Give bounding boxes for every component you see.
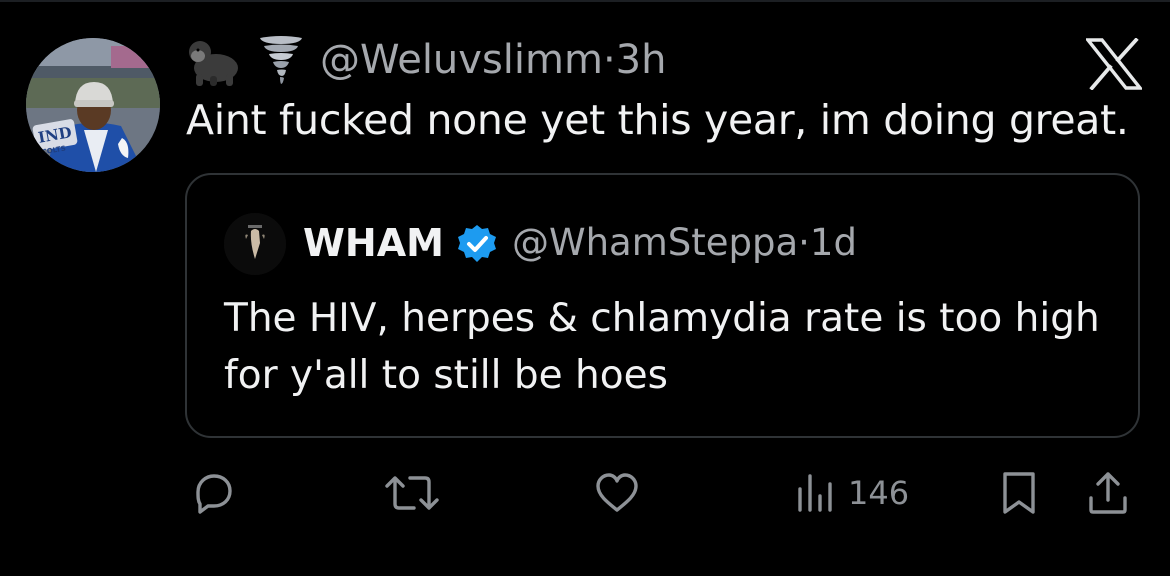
share-icon [1089, 472, 1127, 514]
views-chart-icon [798, 474, 832, 512]
bookmark-icon [1003, 472, 1035, 514]
heart-icon [596, 473, 638, 512]
retweet-button[interactable] [384, 468, 440, 518]
author-handle[interactable]: @Weluvslimm [320, 37, 603, 83]
quoted-tweet-text: The HIV, herpes & chlamydia rate is too … [224, 296, 1100, 398]
quoted-author-name[interactable]: WHAM [303, 215, 444, 271]
author-avatar[interactable]: IND COLTS [26, 38, 160, 172]
time-separator: · [602, 37, 616, 83]
quoted-author-avatar[interactable] [224, 213, 286, 275]
quoted-tweet-card[interactable]: WHAM @WhamSteppa·1d The HIV, herpes & ch… [185, 173, 1140, 438]
share-button[interactable] [1086, 468, 1130, 518]
avatar-photo: IND COLTS [26, 38, 160, 172]
tornado-emoji-icon [260, 36, 302, 84]
views-button[interactable]: 146 [796, 468, 909, 518]
quoted-tweet-timestamp[interactable]: 1d [810, 221, 857, 264]
author-handle-line[interactable]: @Weluvslimm·3h [320, 34, 666, 86]
retweet-icon [385, 476, 439, 510]
tweet-timestamp[interactable]: 3h [616, 37, 667, 83]
quoted-time-separator: · [798, 221, 810, 264]
reply-button[interactable] [190, 468, 236, 518]
x-logo-icon[interactable] [1086, 38, 1142, 90]
quoted-avatar-photo [224, 213, 286, 275]
tweet-text: Aint fucked none yet this year, im doing… [186, 96, 1129, 144]
bookmark-button[interactable] [999, 468, 1039, 518]
tweet-action-bar: 146 [0, 468, 1170, 518]
author-display-name[interactable] [186, 30, 318, 88]
quoted-author-handle-line[interactable]: @WhamSteppa·1d [512, 215, 857, 271]
gorilla-emoji-icon [189, 41, 238, 86]
quoted-author-handle[interactable]: @WhamSteppa [512, 221, 798, 264]
top-divider [0, 0, 1170, 2]
views-count: 146 [848, 474, 910, 512]
reply-icon [196, 474, 232, 514]
like-button[interactable] [593, 468, 641, 518]
verified-badge-icon [458, 225, 496, 262]
